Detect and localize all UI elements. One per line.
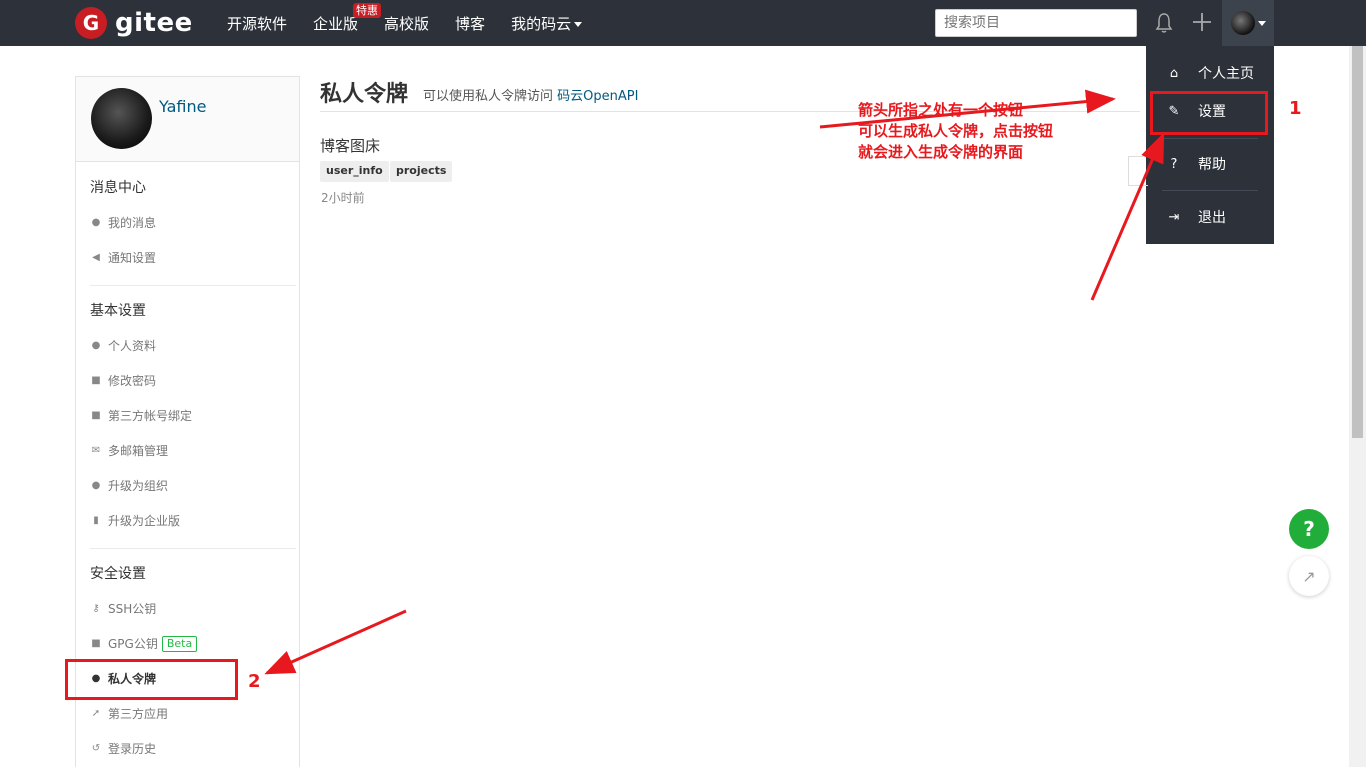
annotation-text: 箭头所指之处有一个按钮 可以生成私人令牌，点击按钮 就会进入生成令牌的界面 <box>858 100 1053 163</box>
menu-item-help[interactable]: ? 帮助 <box>1146 152 1274 176</box>
promo-badge: 特惠 <box>353 2 382 18</box>
bell-icon: ● <box>91 217 101 228</box>
scope-tag: projects <box>390 161 453 182</box>
top-navbar: G gitee 开源软件 企业版 特惠 高校版 博客 我的码云 <box>0 0 1366 46</box>
sidebar-item-profile[interactable]: ● 个人资料 <box>90 337 156 354</box>
sidebar-item-label: 修改密码 <box>108 374 157 388</box>
menu-item-homepage[interactable]: ⌂ 个人主页 <box>1146 61 1274 85</box>
sidebar-item-label: 个人资料 <box>108 339 157 353</box>
subtitle-text: 可以使用私人令牌访问 <box>423 89 554 104</box>
sidebar-item-label: 通知设置 <box>108 251 157 265</box>
sidebar-item-upgrade-enterprise[interactable]: ▮ 升级为企业版 <box>90 512 180 529</box>
annotation-line: 可以生成私人令牌，点击按钮 <box>858 122 1054 140</box>
external-link-icon: ↗ <box>1302 566 1316 586</box>
help-icon: ? <box>1170 156 1178 172</box>
avatar[interactable] <box>91 88 152 149</box>
sidebar-item-label: 第三方应用 <box>108 707 169 721</box>
unlock-icon: ■ <box>91 375 101 386</box>
section-title-security: 安全设置 <box>90 566 146 582</box>
sidebar-item-email-management[interactable]: ✉ 多邮箱管理 <box>90 442 168 459</box>
menu-item-logout[interactable]: ⇥ 退出 <box>1146 205 1274 229</box>
username[interactable]: Yafine <box>159 97 206 116</box>
menu-item-label: 退出 <box>1198 210 1226 226</box>
sidebar-item-change-password[interactable]: ■ 修改密码 <box>90 372 156 389</box>
plus-icon[interactable] <box>1192 12 1212 32</box>
sidebar-item-label: 登录历史 <box>108 742 157 756</box>
beta-badge: Beta <box>161 635 198 652</box>
nav-enterprise-label: 企业版 <box>313 14 359 33</box>
user-menu-button[interactable] <box>1222 0 1274 46</box>
search-input[interactable] <box>935 9 1137 37</box>
sidebar-item-third-party-binding[interactable]: ■ 第三方帐号绑定 <box>90 407 192 424</box>
chevron-down-icon <box>574 21 583 27</box>
sidebar-item-label: 我的消息 <box>108 216 157 230</box>
sidebar-item-third-party-apps[interactable]: ➚ 第三方应用 <box>90 705 168 722</box>
annotation-box-token <box>65 659 238 700</box>
lock-icon: ■ <box>91 638 101 649</box>
envelope-icon: ✉ <box>91 445 101 456</box>
user-icon: ● <box>91 340 101 351</box>
sidebar-item-label: 多邮箱管理 <box>108 444 169 458</box>
nav-enterprise[interactable]: 企业版 特惠 <box>313 2 382 34</box>
sidebar-item-label: 升级为企业版 <box>108 514 181 528</box>
sidebar-item-upgrade-org[interactable]: ● 升级为组织 <box>90 477 168 494</box>
share-float-button[interactable]: ↗ <box>1289 556 1329 596</box>
gitee-logo[interactable]: G gitee <box>75 7 193 39</box>
building-icon: ▮ <box>93 515 99 526</box>
sidebar-item-ssh-keys[interactable]: ⚷ SSH公钥 <box>90 600 156 617</box>
scope-tag: user_info <box>320 161 389 182</box>
bell-icon[interactable] <box>1155 12 1173 34</box>
main-nav: 开源软件 企业版 特惠 高校版 博客 我的码云 <box>227 0 608 46</box>
nav-blog[interactable]: 博客 <box>455 13 485 34</box>
annotation-box-settings <box>1150 91 1268 135</box>
token-name: 博客图床 <box>320 137 381 155</box>
users-icon: ● <box>91 480 101 491</box>
user-dropdown-menu: ⌂ 个人主页 ✎ 设置 ? 帮助 ⇥ 退出 <box>1146 46 1274 244</box>
rocket-icon: ➚ <box>91 708 101 719</box>
nav-my-gitee[interactable]: 我的码云 <box>511 13 583 34</box>
nav-education[interactable]: 高校版 <box>384 13 429 34</box>
sidebar-item-label: SSH公钥 <box>108 602 157 616</box>
logo-text: gitee <box>115 8 193 38</box>
annotation-line: 就会进入生成令牌的界面 <box>858 143 1024 161</box>
sidebar-item-login-history[interactable]: ↺ 登录历史 <box>90 740 156 757</box>
speaker-icon: ◀ <box>92 252 100 263</box>
section-title-basic: 基本设置 <box>90 303 146 319</box>
home-icon: ⌂ <box>1169 65 1179 81</box>
help-float-button[interactable]: ? <box>1289 509 1329 549</box>
divider <box>90 548 296 549</box>
sidebar-item-label: 升级为组织 <box>108 479 169 493</box>
page-title: 私人令牌 <box>320 82 409 107</box>
annotation-line: 箭头所指之处有一个按钮 <box>858 101 1024 119</box>
page-subtitle: 可以使用私人令牌访问 码云OpenAPI <box>423 85 638 104</box>
sidebar-item-label: GPG公钥 <box>108 637 158 651</box>
token-timestamp: 2小时前 <box>321 191 365 205</box>
avatar <box>1230 11 1255 35</box>
annotation-number-1: 1 <box>1289 98 1302 119</box>
menu-divider <box>1162 190 1258 191</box>
history-icon: ↺ <box>91 743 101 754</box>
sidebar-item-label: 第三方帐号绑定 <box>108 409 193 423</box>
scrollbar[interactable] <box>1349 46 1366 767</box>
nav-my-gitee-label: 我的码云 <box>511 14 572 33</box>
token-action-button[interactable] <box>1128 156 1148 186</box>
chevron-down-icon <box>1257 20 1266 26</box>
logo-mark: G <box>75 7 107 39</box>
scrollbar-thumb[interactable] <box>1352 46 1363 438</box>
sidebar-item-notification-settings[interactable]: ◀ 通知设置 <box>90 249 156 266</box>
section-title-messages: 消息中心 <box>90 180 146 196</box>
menu-item-label: 帮助 <box>1198 157 1226 173</box>
openapi-link[interactable]: 码云OpenAPI <box>557 89 638 104</box>
divider <box>90 285 296 286</box>
sidebar-item-gpg-keys[interactable]: ■ GPG公钥 Beta <box>90 635 198 652</box>
nav-open-source[interactable]: 开源软件 <box>227 13 287 34</box>
menu-divider <box>1162 138 1258 139</box>
sidebar-item-my-messages[interactable]: ● 我的消息 <box>90 214 156 231</box>
key-icon: ⚷ <box>92 603 100 614</box>
id-card-icon: ■ <box>91 410 101 421</box>
logout-icon: ⇥ <box>1168 209 1180 225</box>
menu-item-label: 个人主页 <box>1198 66 1254 82</box>
annotation-number-2: 2 <box>248 671 261 692</box>
profile-card: Yafine <box>76 77 299 162</box>
